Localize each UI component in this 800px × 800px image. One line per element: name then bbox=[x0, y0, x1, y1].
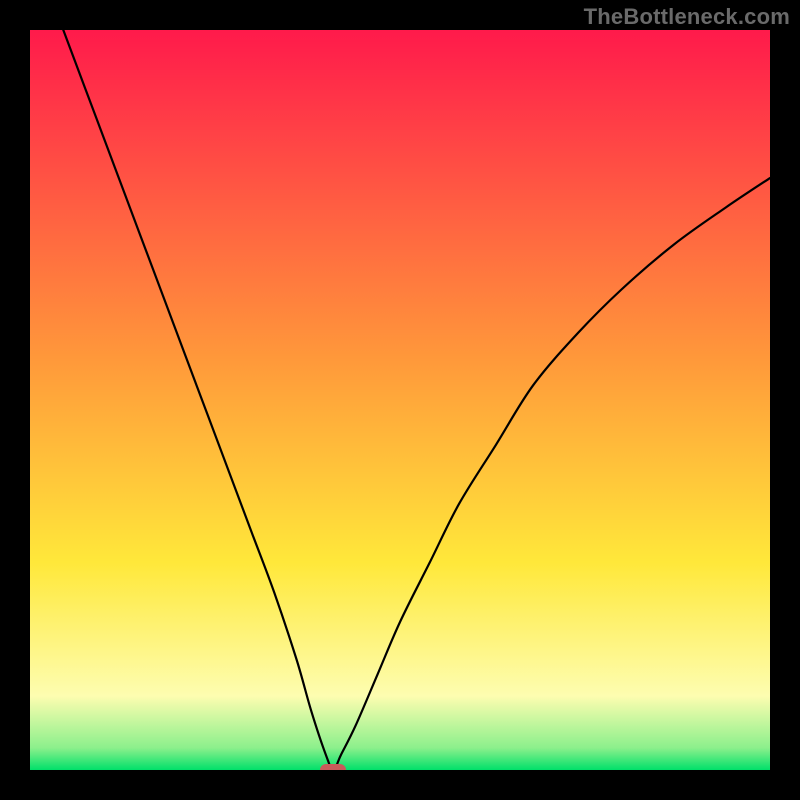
watermark-text: TheBottleneck.com bbox=[584, 4, 790, 30]
chart-frame: TheBottleneck.com bbox=[0, 0, 800, 800]
bottleneck-curve bbox=[30, 30, 770, 770]
optimum-marker bbox=[320, 764, 346, 770]
plot-area bbox=[30, 30, 770, 770]
